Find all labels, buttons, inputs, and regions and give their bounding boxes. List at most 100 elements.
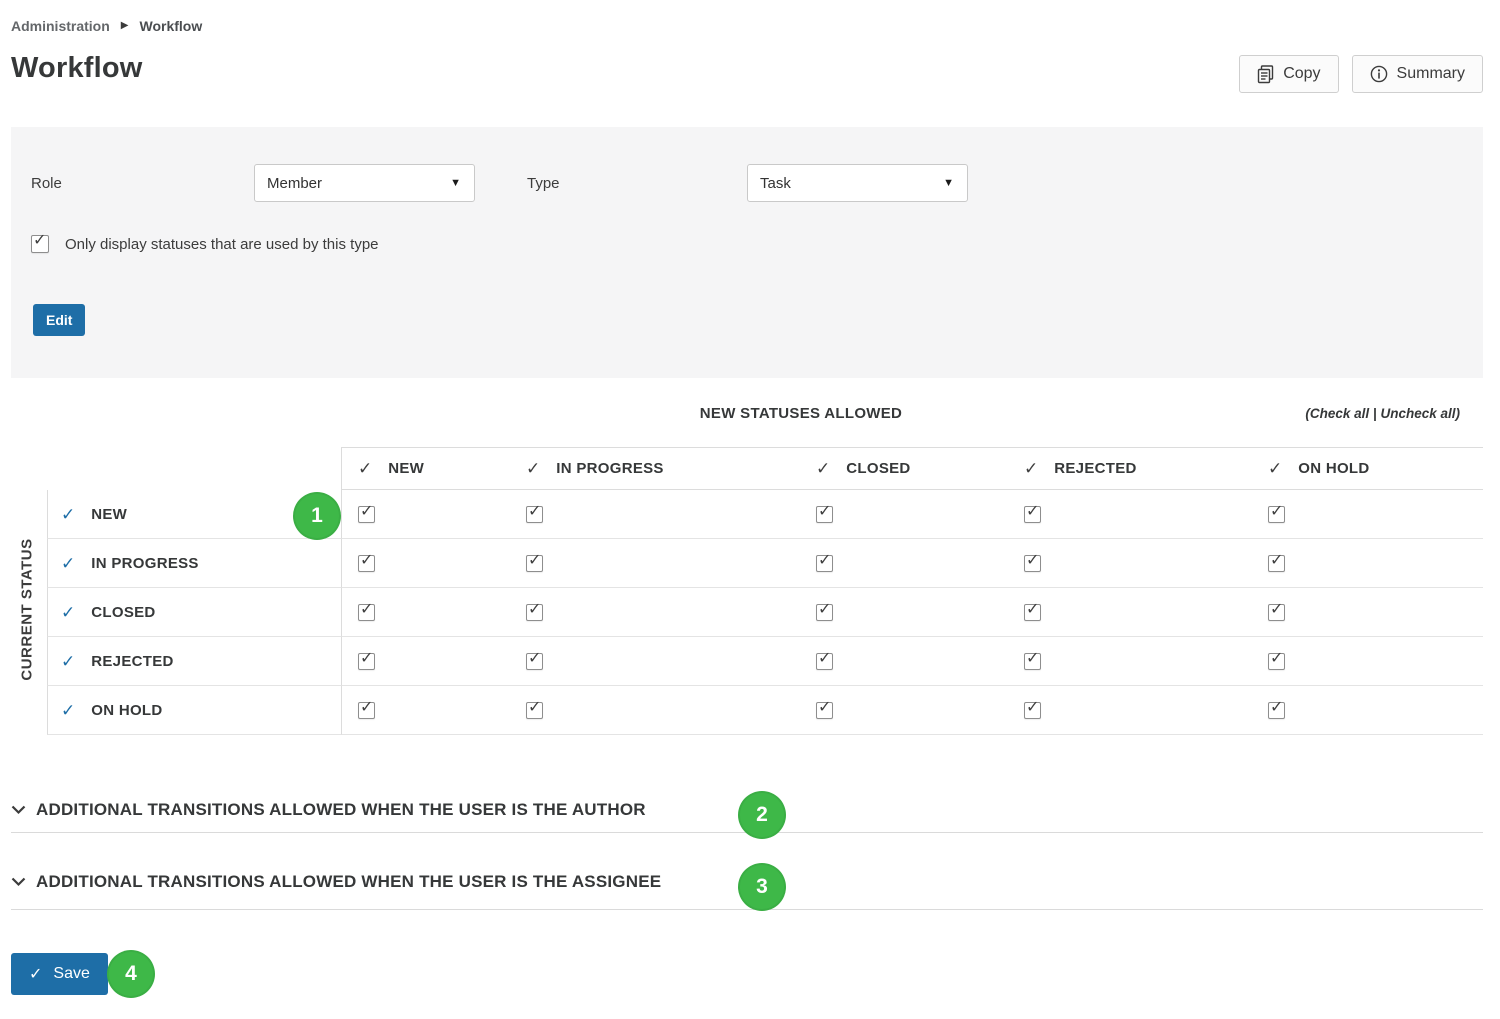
section-assignee[interactable]: ADDITIONAL TRANSITIONS ALLOWED WHEN THE … xyxy=(11,872,661,892)
transition-checkbox[interactable]: ✓ xyxy=(526,702,543,719)
transition-checkbox[interactable]: ✓ xyxy=(816,506,833,523)
matrix-cell: ✓ xyxy=(1008,637,1252,686)
row-header-label: NEW xyxy=(91,506,127,523)
transition-checkbox[interactable]: ✓ xyxy=(1268,653,1285,670)
section-divider xyxy=(11,909,1483,910)
check-icon: ✓ xyxy=(1270,502,1283,521)
column-header-rejected: ✓ REJECTED xyxy=(1008,447,1252,490)
matrix-cell: ✓ xyxy=(1008,686,1252,735)
matrix-cell: ✓ xyxy=(1008,588,1252,637)
check-icon: ✓ xyxy=(1026,698,1039,717)
copy-icon xyxy=(1257,65,1274,84)
role-label: Role xyxy=(31,175,254,192)
transition-checkbox[interactable]: ✓ xyxy=(1024,555,1041,572)
workflow-matrix: ✓ NEW ✓ IN PROGRESS ✓ CLOSED ✓ REJECTED ✓ON HOLD… xyxy=(47,447,1483,735)
info-icon xyxy=(1370,65,1388,83)
transition-checkbox[interactable]: ✓ xyxy=(816,702,833,719)
transition-checkbox[interactable]: ✓ xyxy=(816,604,833,621)
annotation-badge-2: 2 xyxy=(738,791,786,839)
transition-checkbox[interactable]: ✓ xyxy=(1024,653,1041,670)
transition-checkbox[interactable]: ✓ xyxy=(358,653,375,670)
transition-checkbox[interactable]: ✓ xyxy=(816,555,833,572)
copy-button[interactable]: Copy xyxy=(1239,55,1338,93)
breadcrumb-arrow-icon: ▶ xyxy=(121,21,129,31)
matrix-cell: ✓ xyxy=(510,490,800,539)
transition-checkbox[interactable]: ✓ xyxy=(1268,555,1285,572)
uncheck-all-link[interactable]: Uncheck all xyxy=(1380,406,1455,421)
check-icon: ✓ xyxy=(1026,502,1039,521)
type-select[interactable]: Task ▼ xyxy=(747,164,968,202)
check-icon: ✓ xyxy=(61,506,75,523)
transition-checkbox[interactable]: ✓ xyxy=(358,506,375,523)
transition-checkbox[interactable]: ✓ xyxy=(1268,506,1285,523)
row-header-closed: ✓ CLOSED xyxy=(47,588,341,637)
transition-checkbox[interactable]: ✓ xyxy=(358,555,375,572)
check-icon: ✓ xyxy=(818,502,831,521)
column-header-label: REJECTED xyxy=(1054,460,1136,477)
table-row: ✓ON HOLD✓✓✓✓✓ xyxy=(47,686,1483,735)
matrix-cell: ✓ xyxy=(800,588,1008,637)
link-separator: | xyxy=(1369,406,1380,421)
transition-checkbox[interactable]: ✓ xyxy=(526,506,543,523)
matrix-cell: ✓ xyxy=(800,686,1008,735)
check-icon: ✓ xyxy=(61,702,75,719)
role-select[interactable]: Member ▼ xyxy=(254,164,475,202)
transition-checkbox[interactable]: ✓ xyxy=(1024,702,1041,719)
matrix-cell: ✓ xyxy=(341,686,510,735)
matrix-cell: ✓ xyxy=(1252,637,1483,686)
matrix-cell: ✓ xyxy=(1252,686,1483,735)
row-header-label: CLOSED xyxy=(91,604,155,621)
breadcrumb: Administration ▶ Workflow xyxy=(11,18,202,34)
transition-checkbox[interactable]: ✓ xyxy=(526,653,543,670)
transition-checkbox[interactable]: ✓ xyxy=(1024,506,1041,523)
table-row: ✓ NEW ✓ ✓ ✓ ✓ ✓ xyxy=(47,490,1483,539)
matrix-cell: ✓ xyxy=(1252,539,1483,588)
breadcrumb-administration[interactable]: Administration xyxy=(11,18,110,34)
transition-checkbox[interactable]: ✓ xyxy=(1268,604,1285,621)
role-select-value: Member xyxy=(267,175,322,192)
matrix-cell: ✓ xyxy=(341,637,510,686)
check-icon: ✓ xyxy=(526,460,540,477)
column-header-label: IN PROGRESS xyxy=(556,460,664,477)
matrix-cell: ✓ xyxy=(341,588,510,637)
check-icon: ✓ xyxy=(61,555,75,572)
dropdown-caret-icon: ▼ xyxy=(943,177,954,189)
save-button[interactable]: ✓ Save xyxy=(11,953,108,995)
transition-checkbox[interactable]: ✓ xyxy=(526,604,543,621)
table-row: ✓ CLOSED ✓ ✓ ✓ ✓ ✓ xyxy=(47,588,1483,637)
transition-checkbox[interactable]: ✓ xyxy=(526,555,543,572)
transition-checkbox[interactable]: ✓ xyxy=(358,604,375,621)
section-author[interactable]: ADDITIONAL TRANSITIONS ALLOWED WHEN THE … xyxy=(11,800,646,820)
check-all-link[interactable]: Check all xyxy=(1310,406,1369,421)
check-icon: ✓ xyxy=(360,600,373,619)
matrix-cell: ✓ xyxy=(510,637,800,686)
check-icon: ✓ xyxy=(528,649,541,668)
column-header-in-progress: ✓ IN PROGRESS xyxy=(510,447,800,490)
check-icon: ✓ xyxy=(528,551,541,570)
check-icon: ✓ xyxy=(1026,551,1039,570)
transition-checkbox[interactable]: ✓ xyxy=(1268,702,1285,719)
row-header-rejected: ✓REJECTED xyxy=(47,637,341,686)
check-icon: ✓ xyxy=(61,604,75,621)
check-icon: ✓ xyxy=(1270,551,1283,570)
dropdown-caret-icon: ▼ xyxy=(450,177,461,189)
edit-button[interactable]: Edit xyxy=(33,304,85,336)
matrix-cell: ✓ xyxy=(510,588,800,637)
matrix-cell: ✓ xyxy=(341,490,510,539)
check-icon: ✓ xyxy=(358,460,372,477)
transition-checkbox[interactable]: ✓ xyxy=(358,702,375,719)
row-header-label: IN PROGRESS xyxy=(91,555,199,572)
transition-checkbox[interactable]: ✓ xyxy=(1024,604,1041,621)
check-icon: ✓ xyxy=(818,600,831,619)
column-header-on-hold: ✓ON HOLD xyxy=(1252,447,1483,490)
summary-button-label: Summary xyxy=(1397,65,1465,83)
check-icon: ✓ xyxy=(1268,460,1282,477)
check-icon: ✓ xyxy=(1024,460,1038,477)
check-icon: ✓ xyxy=(360,551,373,570)
summary-button[interactable]: Summary xyxy=(1352,55,1483,93)
matrix-header-row: ✓NEW✓IN PROGRESS✓CLOSED✓REJECTED✓ON HOLD xyxy=(47,447,1483,490)
transition-checkbox[interactable]: ✓ xyxy=(816,653,833,670)
check-icon: ✓ xyxy=(818,551,831,570)
only-display-checkbox[interactable]: ✓ xyxy=(31,235,49,253)
annotation-badge-3: 3 xyxy=(738,863,786,911)
